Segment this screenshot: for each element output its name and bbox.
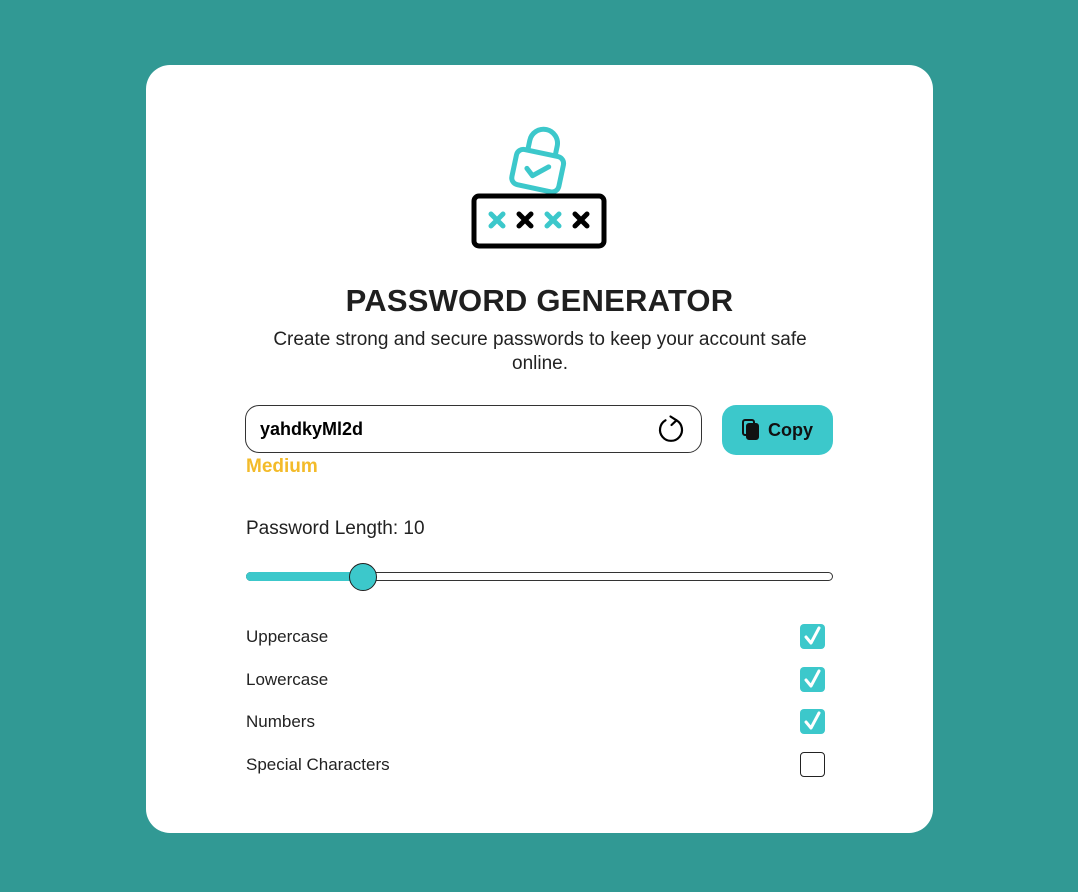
- slider-fill: [246, 572, 363, 581]
- checkmark-icon: [804, 711, 821, 730]
- option-label: Special Characters: [246, 755, 390, 774]
- password-lock-illustration: [471, 126, 607, 249]
- password-length-label: Password Length: 10: [246, 518, 425, 539]
- padlock-icon: [509, 126, 567, 195]
- copy-icon: [742, 419, 759, 440]
- strength-indicator: Medium: [246, 456, 318, 477]
- option-numbers: Numbers: [246, 708, 826, 738]
- option-lowercase: Lowercase: [246, 666, 826, 696]
- option-label: Uppercase: [246, 627, 329, 646]
- page-title: PASSWORD GENERATOR: [345, 283, 734, 318]
- password-output[interactable]: [260, 416, 640, 442]
- special-characters-checkbox[interactable]: [800, 752, 825, 777]
- password-length-slider[interactable]: [246, 563, 833, 593]
- option-label: Numbers: [246, 712, 315, 731]
- checkmark-icon: [804, 626, 821, 645]
- numbers-checkbox[interactable]: [800, 709, 825, 734]
- option-label: Lowercase: [246, 670, 329, 689]
- uppercase-checkbox[interactable]: [800, 624, 825, 649]
- slider-thumb[interactable]: [349, 563, 377, 591]
- generator-card: PASSWORD GENERATOR Create strong and sec…: [146, 65, 933, 833]
- checkmark-icon: [804, 669, 821, 688]
- password-field: [245, 405, 702, 453]
- refresh-icon[interactable]: [655, 414, 687, 446]
- copy-button[interactable]: Copy: [722, 405, 833, 455]
- option-special-characters: Special Characters: [246, 751, 826, 781]
- copy-button-label: Copy: [768, 419, 813, 440]
- page-subtitle: Create strong and secure passwords to ke…: [273, 329, 807, 374]
- option-uppercase: Uppercase: [246, 623, 826, 653]
- lowercase-checkbox[interactable]: [800, 667, 825, 692]
